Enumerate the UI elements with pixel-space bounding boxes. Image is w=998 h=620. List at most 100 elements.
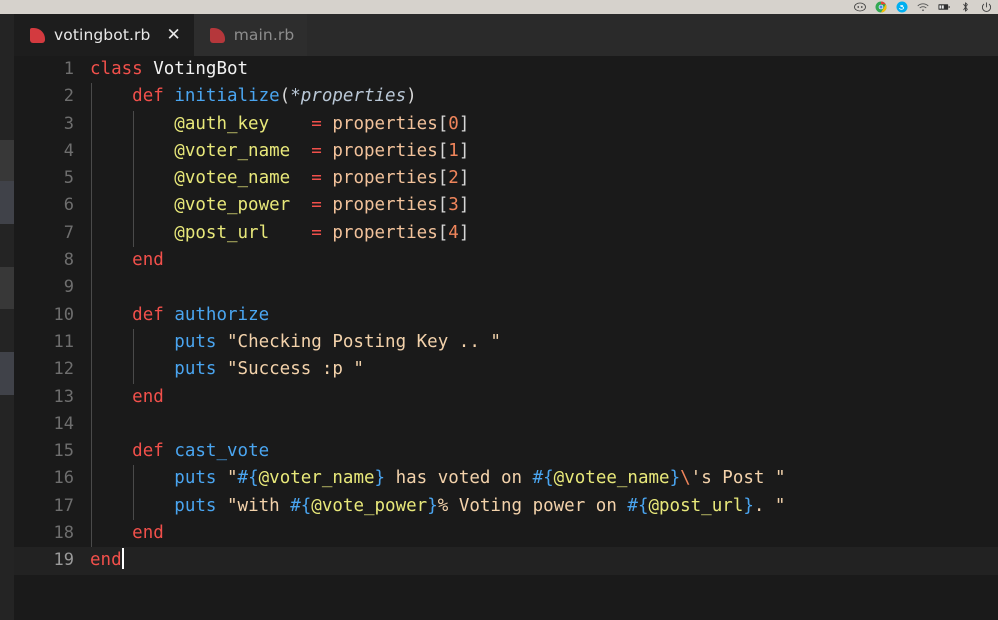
close-icon[interactable]: ✕ (166, 26, 180, 44)
code-editor[interactable]: 1 class VotingBot 2 def initialize(*prop… (14, 56, 998, 620)
line-number: 8 (63, 250, 74, 271)
code-line[interactable]: 18 end (14, 520, 998, 548)
code-line[interactable]: 9 (14, 274, 998, 302)
battery-icon[interactable] (938, 1, 950, 13)
indent-guide (91, 301, 92, 329)
code-line[interactable]: 17 puts "with #{@vote_power}% Voting pow… (14, 492, 998, 521)
indent-guide (91, 328, 92, 357)
indent-guide (91, 356, 92, 384)
activity-bar-block[interactable] (0, 140, 14, 181)
indent-guide (91, 192, 92, 220)
code-line[interactable]: 5 @votee_name = properties[2] (14, 165, 998, 193)
line-content[interactable]: def cast_vote (90, 438, 998, 466)
indent-guide (91, 83, 92, 111)
line-content[interactable]: @voter_name = properties[1] (90, 137, 998, 166)
tab-main-rb[interactable]: main.rb (193, 14, 308, 56)
line-content[interactable]: end (90, 383, 998, 411)
line-number: 2 (63, 86, 74, 107)
line-content[interactable]: @votee_name = properties[2] (90, 165, 998, 193)
code-line[interactable]: 16 puts "#{@voter_name} has voted on #{@… (14, 465, 998, 493)
code-line[interactable]: 1 class VotingBot (14, 56, 998, 83)
code-line[interactable]: 8 end (14, 247, 998, 275)
code-line[interactable]: 14 (14, 410, 998, 439)
line-number: 15 (53, 441, 74, 462)
indent-guide (91, 137, 92, 166)
line-content[interactable]: end (90, 547, 998, 574)
line-content[interactable]: end (90, 520, 998, 548)
indent-guide (133, 165, 134, 193)
line-content[interactable]: @vote_power = properties[3] (90, 192, 998, 220)
line-number: 5 (63, 168, 74, 189)
tab-votingbot-rb[interactable]: votingbot.rb ✕ (14, 14, 194, 56)
indent-guide (91, 520, 92, 548)
line-content[interactable]: end (90, 247, 998, 275)
code-line[interactable]: 13 end (14, 383, 998, 411)
line-number: 6 (63, 195, 74, 216)
line-content[interactable]: puts "with #{@vote_power}% Voting power … (90, 492, 998, 521)
ruby-file-icon (30, 27, 45, 43)
indent-guide (133, 219, 134, 248)
activity-bar-block[interactable] (0, 352, 14, 395)
skype-icon[interactable] (896, 1, 908, 13)
indent-guide (91, 274, 92, 302)
line-number: 19 (53, 550, 74, 571)
line-number: 12 (53, 359, 74, 380)
code-line[interactable]: 11 puts "Checking Posting Key .. " (14, 328, 998, 357)
indent-guide (133, 465, 134, 493)
line-number: 13 (53, 386, 74, 407)
active-line-text: end (90, 550, 122, 571)
line-number: 9 (63, 277, 74, 298)
code-line[interactable]: 2 def initialize(*properties) (14, 83, 998, 111)
line-content[interactable]: def authorize (90, 301, 998, 329)
indent-guide (91, 492, 92, 521)
indent-guide (133, 356, 134, 384)
line-number: 18 (53, 523, 74, 544)
code-line[interactable]: 12 puts "Success :p " (14, 356, 998, 384)
code-line-active[interactable]: 19 end (14, 547, 998, 575)
code-line[interactable]: 3 @auth_key = properties[0] (14, 110, 998, 138)
indent-guide (91, 110, 92, 138)
indent-guide (133, 492, 134, 521)
chrome-icon[interactable] (875, 1, 887, 13)
line-content[interactable]: @post_url = properties[4] (90, 219, 998, 248)
code-line[interactable]: 15 def cast_vote (14, 438, 998, 466)
activity-bar-block[interactable] (0, 267, 14, 309)
power-icon[interactable] (980, 1, 992, 13)
code-line[interactable]: 4 @voter_name = properties[1] (14, 137, 998, 166)
ruby-file-icon (209, 27, 225, 43)
indent-guide (91, 438, 92, 466)
line-content[interactable]: @auth_key = properties[0] (90, 110, 998, 138)
indent-guide (91, 247, 92, 275)
editor-window: votingbot.rb ✕ main.rb 1 class VotingBot… (0, 0, 998, 620)
indent-guide (91, 410, 92, 439)
indent-guide (133, 192, 134, 220)
indent-guide (91, 165, 92, 193)
line-content[interactable]: puts "Success :p " (90, 356, 998, 384)
line-content[interactable]: puts "#{@voter_name} has voted on #{@vot… (90, 465, 998, 493)
line-number: 11 (53, 331, 74, 352)
activity-bar-block[interactable] (0, 181, 14, 224)
line-number: 10 (53, 304, 74, 325)
tab-label: votingbot.rb (54, 26, 151, 44)
line-content[interactable]: class VotingBot (90, 56, 998, 83)
line-number: 3 (63, 113, 74, 134)
activity-bar[interactable] (0, 14, 14, 620)
tab-label: main.rb (233, 26, 295, 44)
line-number: 7 (63, 222, 74, 243)
line-number: 4 (63, 140, 74, 161)
line-content[interactable]: puts "Checking Posting Key .. " (90, 328, 998, 357)
system-tray (0, 0, 998, 14)
line-number: 14 (53, 413, 74, 434)
indent-guide (91, 383, 92, 411)
line-number: 1 (63, 59, 74, 79)
code-line[interactable]: 7 @post_url = properties[4] (14, 219, 998, 248)
code-area[interactable]: 1 class VotingBot 2 def initialize(*prop… (14, 56, 998, 575)
bluetooth-icon[interactable] (959, 1, 971, 13)
code-line[interactable]: 6 @vote_power = properties[3] (14, 192, 998, 220)
code-line[interactable]: 10 def authorize (14, 301, 998, 329)
indent-guide (133, 328, 134, 357)
text-cursor (121, 548, 124, 570)
line-content[interactable]: def initialize(*properties) (90, 83, 998, 111)
wifi-icon[interactable] (917, 1, 929, 13)
discord-icon[interactable] (854, 1, 866, 13)
